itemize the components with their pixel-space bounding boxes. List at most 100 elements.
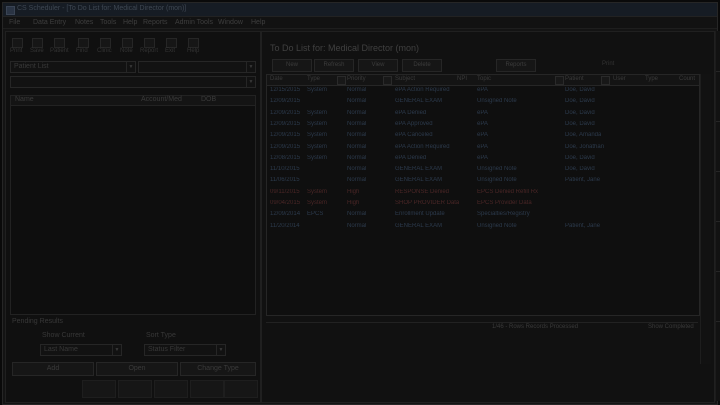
- topic-filter-dropdown[interactable]: [555, 76, 564, 85]
- column-account[interactable]: Account/Med: [141, 96, 182, 103]
- patient-filter-select[interactable]: ▼: [138, 61, 256, 73]
- cell-priority: Normal: [347, 143, 367, 150]
- chevron-down-icon: ▼: [126, 62, 135, 72]
- table-row[interactable]: 09/04/2015 System High SHOP PROVIDER Data EP…: [267, 199, 699, 210]
- cell-topic: EPCS Denied Refill Rx: [477, 188, 539, 195]
- refresh-button[interactable]: Refresh: [314, 59, 354, 72]
- column-name[interactable]: Name: [15, 96, 34, 103]
- menu-tools[interactable]: Tools: [100, 19, 116, 26]
- cell-subject: RESPONSE Denied: [395, 188, 450, 195]
- menu-window[interactable]: Window: [218, 19, 243, 26]
- print-link[interactable]: Print: [602, 61, 614, 67]
- chevron-down-icon: ▼: [112, 345, 121, 355]
- col-npi[interactable]: NPI: [457, 76, 467, 82]
- cell-date: 11/10/2015: [270, 166, 300, 173]
- table-row[interactable]: 12/09/2015 System Normal ePA Canceled ePA Doe…: [267, 131, 699, 142]
- sort-type-label: Sort Type: [146, 332, 176, 339]
- cell-subject: ePA Canceled: [395, 132, 433, 139]
- nav-button-1[interactable]: [82, 380, 116, 398]
- cell-date: 12/09/2015: [270, 98, 301, 105]
- col-count[interactable]: Count: [679, 76, 695, 82]
- table-row[interactable]: 11/20/2014 Normal GENERAL EXAM Unsigned Not…: [267, 222, 699, 233]
- menu-bar: File Data Entry Notes Tools Help Reports…: [3, 17, 717, 29]
- col-subject[interactable]: Subject: [395, 76, 415, 82]
- column-dob[interactable]: DOB: [201, 96, 216, 103]
- menu-help[interactable]: Help: [251, 19, 265, 26]
- cell-topic: Unsigned Note: [477, 166, 517, 173]
- todo-table-header: Date Type Priority Subject NPI Topic Pat…: [267, 75, 699, 86]
- menu-help-1[interactable]: Help: [123, 19, 137, 26]
- table-row[interactable]: 12/09/2015 System Normal ePA Denied ePA Doe, …: [267, 109, 699, 120]
- cell-subject: GENERAL EXAM: [395, 177, 443, 184]
- clinic-icon[interactable]: [100, 38, 111, 48]
- help-icon[interactable]: [188, 38, 199, 48]
- cell-patient: Doe, David: [565, 166, 595, 173]
- reports-button[interactable]: Reports: [496, 59, 536, 72]
- cell-topic: Specialties/Registry: [477, 211, 530, 218]
- col-topic[interactable]: Topic: [477, 76, 491, 82]
- table-row[interactable]: 11/10/2015 Normal GENERAL EXAM Unsigned Not…: [267, 165, 699, 176]
- table-row[interactable]: 09/11/2015 System High RESPONSE Denied EPCS …: [267, 188, 699, 199]
- nav-button-5[interactable]: [224, 380, 258, 398]
- patient-search-select[interactable]: ▼: [10, 76, 256, 88]
- menu-notes[interactable]: Notes: [75, 19, 93, 26]
- sort-select[interactable]: Last Name ▼: [40, 344, 122, 356]
- note-icon[interactable]: [122, 38, 133, 48]
- table-row[interactable]: 12/08/2015 System Normal ePA Denied ePA Doe, …: [267, 154, 699, 165]
- patient-list-select[interactable]: Patient List ▼: [10, 61, 136, 73]
- table-row[interactable]: 12/09/2015 Normal GENERAL EXAM Unsigned Not…: [267, 97, 699, 108]
- col-priority[interactable]: Priority: [347, 76, 366, 82]
- app-window: CS Scheduler - [To Do List for: Medical …: [2, 2, 720, 405]
- patient-icon[interactable]: [54, 38, 65, 48]
- table-row[interactable]: 11/06/2015 Normal GENERAL EXAM Unsigned Not…: [267, 176, 699, 187]
- find-icon[interactable]: [78, 38, 89, 48]
- patient-filter-dropdown[interactable]: [601, 76, 610, 85]
- nav-button-4[interactable]: [190, 380, 224, 398]
- menu-admin-tools[interactable]: Admin Tools: [175, 19, 213, 26]
- cell-subject: GENERAL EXAM: [395, 222, 443, 229]
- view-button[interactable]: View: [358, 59, 398, 72]
- cell-date: 12/09/2015: [270, 132, 301, 139]
- cell-patient: Doe, David: [565, 98, 595, 105]
- nav-button-3[interactable]: [154, 380, 188, 398]
- menu-data-entry[interactable]: Data Entry: [33, 19, 66, 26]
- open-button[interactable]: Open: [96, 362, 178, 376]
- delete-button[interactable]: Delete: [402, 59, 442, 72]
- vertical-scrollbar[interactable]: [700, 74, 711, 364]
- type-filter-dropdown[interactable]: [337, 76, 346, 85]
- menu-reports[interactable]: Reports: [143, 19, 168, 26]
- show-completed-link[interactable]: Show Completed: [648, 324, 694, 330]
- new-button[interactable]: New: [272, 59, 312, 72]
- add-button[interactable]: Add: [12, 362, 94, 376]
- col-type-2[interactable]: Type: [645, 76, 658, 82]
- col-user[interactable]: User: [613, 76, 626, 82]
- cell-subject: GENERAL EXAM: [395, 166, 443, 173]
- cell-type: System: [307, 200, 328, 206]
- show-current-radio[interactable]: Show Current: [42, 332, 85, 339]
- col-patient[interactable]: Patient: [565, 76, 584, 82]
- toolbar-report-label: Report: [140, 48, 159, 54]
- cell-subject: ePA Action Required: [395, 143, 450, 150]
- cell-type: System: [307, 87, 328, 93]
- change-type-button[interactable]: Change Type: [180, 362, 256, 376]
- nav-button-2[interactable]: [118, 380, 152, 398]
- table-row[interactable]: 12/09/2014 EPCS Normal Enrollment Update Spe…: [267, 210, 699, 221]
- cell-priority: Normal: [347, 109, 367, 116]
- print-icon[interactable]: [12, 38, 23, 48]
- table-row[interactable]: 12/09/2015 System Normal ePA Approved ePA Doe…: [267, 120, 699, 131]
- priority-filter-dropdown[interactable]: [383, 76, 392, 85]
- table-row[interactable]: 12/09/2015 System Normal ePA Action Require…: [267, 143, 699, 154]
- cell-date: 12/09/2015: [270, 143, 301, 150]
- save-icon[interactable]: [32, 38, 43, 48]
- exit-icon[interactable]: [166, 38, 177, 48]
- menu-file[interactable]: File: [9, 19, 20, 26]
- patient-list[interactable]: Name Account/Med DOB: [10, 95, 256, 315]
- cell-date: 09/04/2015: [270, 200, 301, 206]
- col-type[interactable]: Type: [307, 76, 320, 82]
- status-filter-select[interactable]: Status Filter ▼: [144, 344, 226, 356]
- col-date[interactable]: Date: [270, 76, 283, 82]
- cell-type: System: [307, 120, 328, 127]
- table-row[interactable]: 12/15/2015 System Normal ePA Action Require…: [267, 86, 699, 97]
- report-icon[interactable]: [144, 38, 155, 48]
- cell-subject: SHOP PROVIDER Data: [395, 200, 460, 206]
